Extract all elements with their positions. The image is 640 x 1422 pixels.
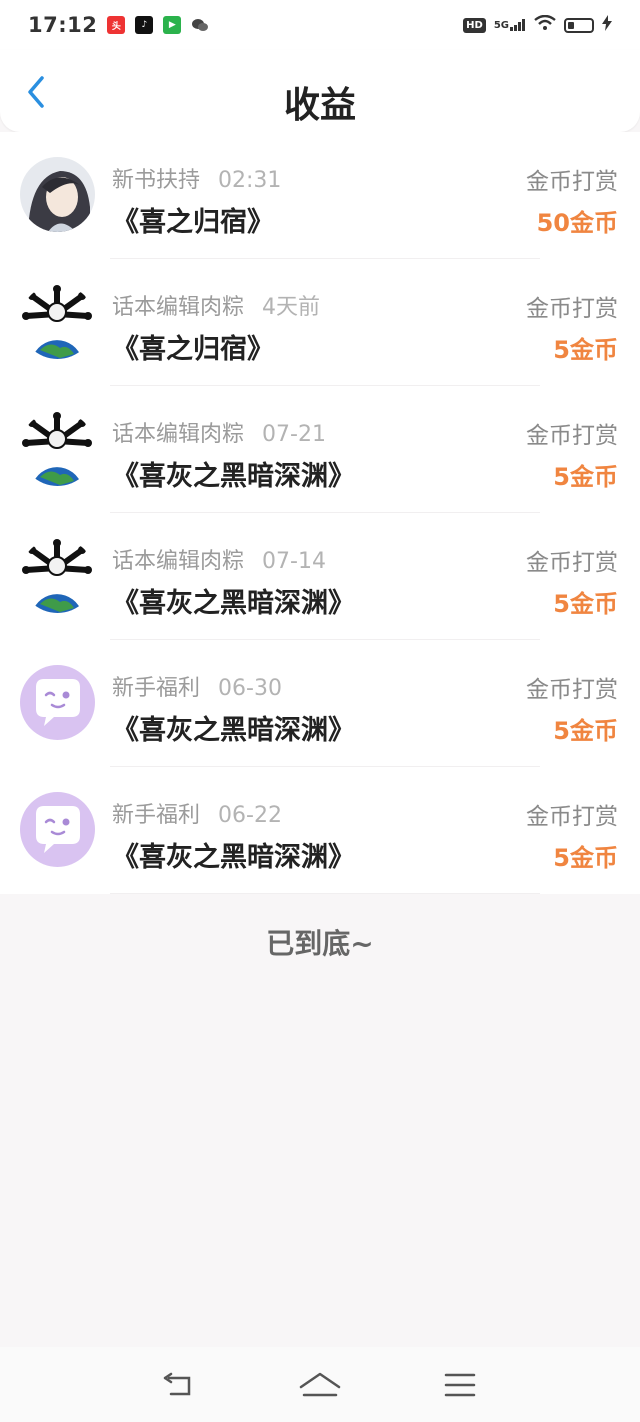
- nav-menu-button[interactable]: [435, 1365, 485, 1405]
- hd-badge: HD: [463, 17, 486, 33]
- avatar: [20, 792, 95, 867]
- reward-type: 金币打赏: [526, 169, 618, 195]
- end-of-list-text: 已到底~: [266, 927, 374, 960]
- book-title: 《喜灰之黑暗深渊》: [112, 715, 355, 746]
- nav-back-button[interactable]: [155, 1365, 205, 1405]
- charging-icon: [602, 15, 612, 35]
- earnings-item[interactable]: 新手福利 06-30 《喜灰之黑暗深渊》 金币打赏 5金币: [0, 640, 640, 767]
- reward-source: 话本编辑肉粽 07-14: [112, 543, 326, 575]
- earnings-item[interactable]: 话本编辑肉粽 07-21 《喜灰之黑暗深渊》 金币打赏 5金币: [0, 386, 640, 513]
- avatar: [20, 411, 95, 486]
- earnings-item[interactable]: 新书扶持 02:31 《喜之归宿》 金币打赏 50金币: [0, 132, 640, 259]
- book-title: 《喜之归宿》: [112, 207, 274, 238]
- divider: [110, 893, 540, 894]
- reward-date: 07-21: [262, 422, 326, 447]
- coin-amount: 5金币: [553, 844, 618, 872]
- reward-type: 金币打赏: [526, 296, 618, 322]
- coin-amount: 50金币: [536, 209, 618, 237]
- reward-date: 07-14: [262, 549, 326, 574]
- source-name: 新手福利: [112, 676, 201, 701]
- book-title: 《喜之归宿》: [112, 334, 274, 365]
- reward-type: 金币打赏: [526, 677, 618, 703]
- reward-source: 话本编辑肉粽 4天前: [112, 289, 320, 321]
- tiktok-icon: ♪: [135, 16, 154, 34]
- coin-amount: 5金币: [553, 717, 618, 745]
- avatar: [20, 538, 95, 613]
- reward-type: 金币打赏: [526, 550, 618, 576]
- reward-source: 新手福利 06-22: [112, 797, 282, 829]
- signal-icon: 5G: [494, 19, 526, 31]
- earnings-item[interactable]: 新手福利 06-22 《喜灰之黑暗深渊》 金币打赏 5金币: [0, 767, 640, 894]
- avatar: [20, 665, 95, 740]
- source-name: 新手福利: [112, 803, 201, 828]
- nav-back-icon: [163, 1372, 191, 1395]
- nav-home-icon: [299, 1372, 341, 1396]
- earnings-item[interactable]: 话本编辑肉粽 07-14 《喜灰之黑暗深渊》 金币打赏 5金币: [0, 513, 640, 640]
- wifi-icon: [534, 14, 556, 35]
- page-title: 收益: [283, 85, 356, 126]
- reward-date: 02:31: [218, 168, 282, 193]
- reward-type: 金币打赏: [526, 423, 618, 449]
- source-name: 新书扶持: [112, 168, 201, 193]
- book-title: 《喜灰之黑暗深渊》: [112, 842, 355, 873]
- page-header: 收益: [0, 50, 640, 132]
- battery-icon: [564, 17, 594, 33]
- coin-amount: 5金币: [553, 336, 618, 364]
- network-label: 5G: [493, 20, 509, 31]
- source-name: 话本编辑肉粽: [112, 549, 245, 574]
- nav-home-button[interactable]: [295, 1365, 345, 1405]
- reward-source: 话本编辑肉粽 07-21: [112, 416, 326, 448]
- reward-date: 4天前: [262, 295, 321, 320]
- coin-amount: 5金币: [553, 590, 618, 618]
- status-time: 17:12: [28, 13, 98, 37]
- iqiyi-icon: ▶: [163, 16, 182, 34]
- reward-source: 新书扶持 02:31: [112, 162, 281, 194]
- coin-amount: 5金币: [553, 463, 618, 491]
- earnings-item[interactable]: 话本编辑肉粽 4天前《喜之归宿》 金币打赏 5金币: [0, 259, 640, 386]
- toutiao-icon: 头: [107, 16, 126, 34]
- source-name: 话本编辑肉粽: [112, 295, 245, 320]
- reward-type: 金币打赏: [526, 804, 618, 830]
- wechat-icon: [191, 16, 209, 34]
- avatar: [20, 284, 95, 359]
- book-title: 《喜灰之黑暗深渊》: [112, 588, 355, 619]
- reward-source: 新手福利 06-30: [112, 670, 282, 702]
- status-bar: 17:12 头 ♪ ▶ HD 5G: [0, 0, 640, 50]
- avatar: [20, 157, 95, 232]
- system-nav-bar: [0, 1347, 640, 1422]
- source-name: 话本编辑肉粽: [112, 422, 245, 447]
- nav-menu-icon: [444, 1373, 476, 1396]
- book-title: 《喜灰之黑暗深渊》: [112, 461, 355, 492]
- reward-date: 06-30: [218, 676, 282, 701]
- earnings-list: 新书扶持 02:31 《喜之归宿》 金币打赏 50金币 话本编辑肉粽 4天前 《喜之归宿》 金币…: [0, 132, 640, 894]
- reward-date: 06-22: [218, 803, 282, 828]
